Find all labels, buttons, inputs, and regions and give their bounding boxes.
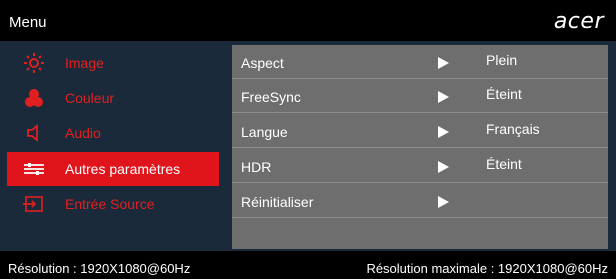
- menu-title: Menu: [9, 14, 47, 31]
- status-footer: Résolution : 1920X1080@60Hz Résolution m…: [0, 251, 616, 279]
- setting-row-reinitialiser[interactable]: Réinitialiser: [232, 184, 608, 218]
- sidebar-item-couleur[interactable]: Couleur: [7, 81, 219, 115]
- arrow-right-icon: [438, 57, 449, 69]
- row-divider: [232, 217, 608, 218]
- setting-row-hdr[interactable]: HDR Éteint: [232, 149, 608, 183]
- color-dots-icon: [21, 88, 47, 108]
- settings-sliders-icon: [21, 159, 47, 179]
- setting-row-langue[interactable]: Langue Français: [232, 114, 608, 148]
- brightness-sun-icon: [21, 53, 47, 73]
- current-resolution: Résolution : 1920X1080@60Hz: [8, 261, 191, 276]
- sidebar-item-image[interactable]: Image: [7, 46, 219, 80]
- setting-label: Réinitialiser: [241, 194, 314, 210]
- sidebar-item-entree-source[interactable]: Entrée Source: [7, 187, 219, 221]
- setting-value: Plein: [486, 52, 518, 68]
- sidebar-item-label: Entrée Source: [65, 196, 155, 212]
- max-resolution: Résolution maximale : 1920X1080@60Hz: [366, 261, 608, 276]
- sidebar-item-audio[interactable]: Audio: [7, 116, 219, 150]
- arrow-right-icon: [438, 126, 449, 138]
- setting-label: Aspect: [241, 55, 284, 71]
- sidebar-item-label: Audio: [65, 125, 101, 141]
- setting-value: Éteint: [486, 156, 522, 172]
- setting-label: HDR: [241, 159, 272, 175]
- setting-value: Éteint: [486, 86, 522, 102]
- row-divider: [232, 112, 608, 113]
- setting-label: Langue: [241, 124, 288, 140]
- arrow-right-icon: [438, 161, 449, 173]
- setting-row-freesync[interactable]: FreeSync Éteint: [232, 79, 608, 113]
- input-source-icon: [21, 194, 47, 214]
- sidebar-item-label: Autres paramètres: [65, 161, 181, 177]
- setting-label: FreeSync: [241, 89, 301, 105]
- sidebar-item-label: Couleur: [65, 90, 115, 106]
- row-divider: [232, 182, 608, 183]
- arrow-right-icon: [438, 196, 449, 208]
- sidebar-item-autres-parametres[interactable]: Autres paramètres: [7, 152, 219, 186]
- sidebar: Image Couleur Audio Autres paramètres En…: [0, 41, 221, 251]
- monitor-osd-menu: Menu acer Image Couleur Audio Autres par…: [0, 0, 616, 279]
- setting-row-aspect[interactable]: Aspect Plein: [232, 45, 608, 79]
- brand-logo: acer: [553, 9, 604, 34]
- setting-value: Français: [486, 121, 540, 137]
- row-divider: [232, 147, 608, 148]
- speaker-icon: [21, 123, 47, 143]
- settings-panel: Aspect Plein FreeSync Éteint Langue Fran…: [232, 45, 608, 249]
- arrow-right-icon: [438, 91, 449, 103]
- sidebar-item-label: Image: [65, 55, 104, 71]
